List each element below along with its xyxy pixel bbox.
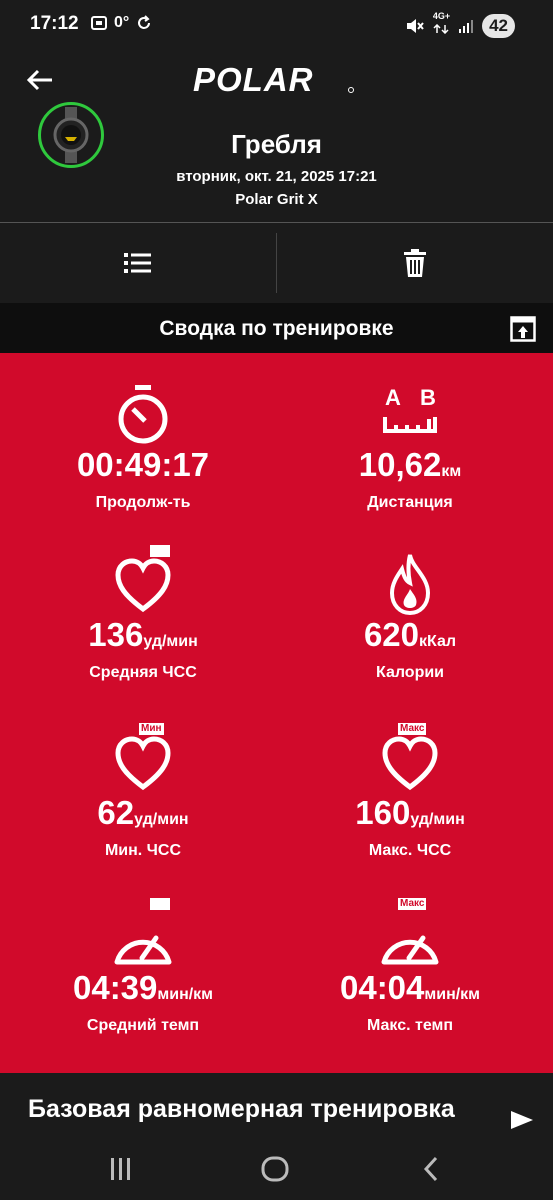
polar-logo: POLAR xyxy=(193,64,354,94)
list-icon xyxy=(124,253,151,273)
signal-icon xyxy=(459,19,474,33)
duration-label: Продолж-ть xyxy=(95,494,191,511)
heart-icon xyxy=(382,736,438,791)
distance-value: 10,62 xyxy=(358,446,442,483)
distance-label: Дистанция xyxy=(367,494,453,511)
max-pace-unit: мин/км xyxy=(424,986,481,1003)
max-hr-value: 160 xyxy=(355,794,411,831)
stat-distance: A B 10,62км Дистанция xyxy=(272,375,548,512)
stat-max-pace: Макс 04:04мин/км Макс. темп xyxy=(272,898,548,1035)
calories-label: Калории xyxy=(375,664,445,681)
distance-unit: км xyxy=(441,463,462,480)
battery-badge: 42 xyxy=(482,13,515,38)
avg-pace-label: Средний темп xyxy=(86,1017,200,1034)
speedometer-icon xyxy=(114,935,172,965)
max-hr-label: Макс. ЧСС xyxy=(368,842,452,859)
min-tag: Мин xyxy=(139,723,164,735)
max-pace-value: 04:04 xyxy=(339,969,425,1006)
max-tag: Макс xyxy=(398,898,427,910)
home-button[interactable] xyxy=(260,1154,290,1184)
activity-header: POLAR Гребля вторник, окт. 21, 2025 17:2… xyxy=(0,50,553,222)
calories-unit: кКал xyxy=(419,633,457,650)
avg-badge-icon xyxy=(150,898,170,910)
data-arrows-icon xyxy=(433,23,449,35)
distance-icon: A B xyxy=(383,385,437,433)
status-time: 17:12 xyxy=(30,13,79,34)
svg-text:A: A xyxy=(385,385,401,410)
duration-value: 00:49:17 xyxy=(76,446,210,483)
next-arrow-icon[interactable] xyxy=(511,1111,533,1129)
avg-pace-unit: мин/км xyxy=(157,986,214,1003)
avg-hr-label: Средняя ЧСС xyxy=(89,664,197,681)
min-hr-unit: уд/мин xyxy=(134,811,189,828)
session-date: вторник, окт. 21, 2025 17:21 xyxy=(176,168,377,185)
sport-title: Гребля xyxy=(231,129,322,159)
export-button[interactable] xyxy=(510,316,536,342)
avg-hr-value: 136 xyxy=(88,616,144,653)
details-list-button[interactable] xyxy=(0,223,276,303)
action-row xyxy=(0,223,553,303)
stat-calories: 620кКал Калории xyxy=(272,545,548,682)
training-type: Базовая равномерная тренировка xyxy=(28,1095,455,1123)
temperature-text: 0° xyxy=(114,14,130,31)
stat-duration: 00:49:17 Продолж-ть xyxy=(5,375,281,512)
max-pace-label: Макс. темп xyxy=(366,1017,454,1034)
system-nav-bar xyxy=(0,1140,553,1200)
avg-badge-icon xyxy=(150,545,170,557)
stats-panel: 00:49:17 Продолж-ть A B 10,62км Дистанци… xyxy=(0,353,553,1073)
min-hr-value: 62 xyxy=(97,794,135,831)
stopwatch-icon xyxy=(118,385,168,444)
max-tag: Макс xyxy=(398,723,427,735)
stat-avg-hr: 136уд/мин Средняя ЧСС xyxy=(5,545,281,682)
screenshot-icon xyxy=(91,16,107,30)
summary-bar: Сводка по тренировке xyxy=(0,303,553,353)
stat-avg-pace: 04:39мин/км Средний темп xyxy=(5,898,281,1035)
min-hr-label: Мин. ЧСС xyxy=(104,842,182,859)
avg-pace-value: 04:39 xyxy=(72,969,158,1006)
device-name: Polar Grit X xyxy=(235,191,318,208)
network-indicator: 4G+ xyxy=(433,12,450,39)
speedometer-icon xyxy=(381,935,439,965)
trash-icon xyxy=(404,249,426,277)
avg-hr-unit: уд/мин xyxy=(143,633,198,650)
flame-icon xyxy=(389,554,431,615)
max-hr-unit: уд/мин xyxy=(410,811,465,828)
delete-button[interactable] xyxy=(277,223,553,303)
recent-apps-button[interactable] xyxy=(106,1154,136,1184)
stat-max-hr: Макс 160уд/мин Макс. ЧСС xyxy=(272,723,548,860)
back-nav-button[interactable] xyxy=(416,1154,446,1184)
summary-title: Сводка по тренировке xyxy=(159,317,394,340)
svg-text:POLAR: POLAR xyxy=(193,64,314,94)
heart-icon xyxy=(115,558,171,613)
calories-value: 620 xyxy=(363,616,420,653)
heart-icon xyxy=(115,736,171,791)
mute-icon xyxy=(406,18,424,33)
status-bar: 17:12 0° 4G+ 42 xyxy=(0,0,553,50)
sync-icon xyxy=(138,15,151,29)
svg-text:B: B xyxy=(420,385,436,410)
back-button[interactable] xyxy=(24,64,56,96)
stat-min-hr: Мин 62уд/мин Мин. ЧСС xyxy=(5,723,281,860)
